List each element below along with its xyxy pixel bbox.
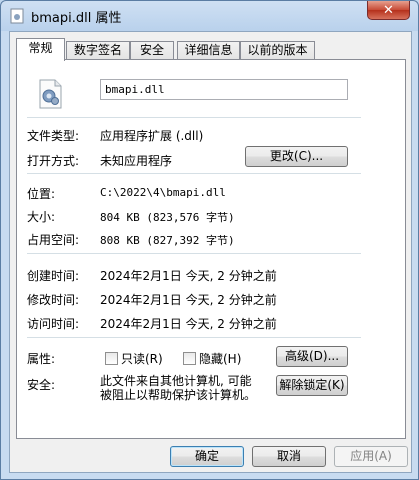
file-type-value: 应用程序扩展 (.dll) <box>100 129 204 143</box>
tab-digital-signatures[interactable]: 数字签名 <box>66 41 130 60</box>
dialog-client: 常规 数字签名 安全 详细信息 以前的版本 bmapi.dll 文件类型: 应用… <box>9 31 412 473</box>
location-label: 位置: <box>27 187 56 201</box>
readonly-checkbox[interactable] <box>105 352 118 365</box>
disk-size-value: 808 KB (827,392 字节) <box>100 234 235 247</box>
hidden-label[interactable]: 隐藏(H) <box>199 350 241 367</box>
tab-strip: 常规 数字签名 安全 详细信息 以前的版本 <box>16 38 406 61</box>
apply-button[interactable]: 应用(A) <box>334 446 408 467</box>
separator <box>27 253 361 254</box>
size-value: 804 KB (823,576 字节) <box>100 211 235 224</box>
modified-label: 修改时间: <box>27 293 80 307</box>
tab-security[interactable]: 安全 <box>130 41 174 60</box>
security-message-line: 被阻止以帮助保护该计算机。 <box>100 388 257 402</box>
title-bar[interactable]: bmapi.dll 属性 ✕ <box>1 1 418 31</box>
security-message-line: 此文件来自其他计算机, 可能 <box>100 374 252 388</box>
file-name-field[interactable]: bmapi.dll <box>100 79 348 100</box>
separator <box>27 173 361 174</box>
change-button[interactable]: 更改(C)... <box>245 146 348 167</box>
size-label: 大小: <box>27 210 56 224</box>
file-icon-small <box>10 8 24 24</box>
location-value: C:\2022\4\bmapi.dll <box>100 186 226 199</box>
created-label: 创建时间: <box>27 269 80 283</box>
attributes-label: 属性: <box>27 352 56 366</box>
separator <box>27 337 361 338</box>
hidden-checkbox[interactable] <box>183 352 196 365</box>
security-label: 安全: <box>27 378 56 392</box>
dll-file-icon <box>39 79 62 109</box>
window-title: bmapi.dll 属性 <box>31 11 122 26</box>
file-type-label: 文件类型: <box>27 129 80 143</box>
disk-size-label: 占用空间: <box>27 233 80 247</box>
close-button[interactable]: ✕ <box>367 1 410 20</box>
readonly-label[interactable]: 只读(R) <box>121 350 163 367</box>
cancel-button[interactable]: 取消 <box>252 446 326 467</box>
tab-general[interactable]: 常规 <box>16 38 65 61</box>
opens-with-label: 打开方式: <box>27 154 80 168</box>
opens-with-value: 未知应用程序 <box>100 154 173 168</box>
accessed-label: 访问时间: <box>27 317 80 331</box>
separator <box>27 117 361 118</box>
tab-previous-versions[interactable]: 以前的版本 <box>240 41 315 60</box>
created-value: 2024年2月1日 今天, 2 分钟之前 <box>100 269 277 283</box>
tab-details[interactable]: 详细信息 <box>177 41 240 60</box>
modified-value: 2024年2月1日 今天, 2 分钟之前 <box>100 293 277 307</box>
unblock-button[interactable]: 解除锁定(K) <box>276 375 348 396</box>
ok-button[interactable]: 确定 <box>170 446 244 467</box>
properties-window: bmapi.dll 属性 ✕ 常规 数字签名 安全 详细信息 以前的版本 bma… <box>0 0 419 480</box>
advanced-button[interactable]: 高级(D)... <box>276 346 348 367</box>
general-panel: bmapi.dll 文件类型: 应用程序扩展 (.dll) 打开方式: 未知应用… <box>16 59 406 439</box>
accessed-value: 2024年2月1日 今天, 2 分钟之前 <box>100 317 277 331</box>
security-message: 此文件来自其他计算机, 可能 被阻止以帮助保护该计算机。 <box>100 374 256 402</box>
